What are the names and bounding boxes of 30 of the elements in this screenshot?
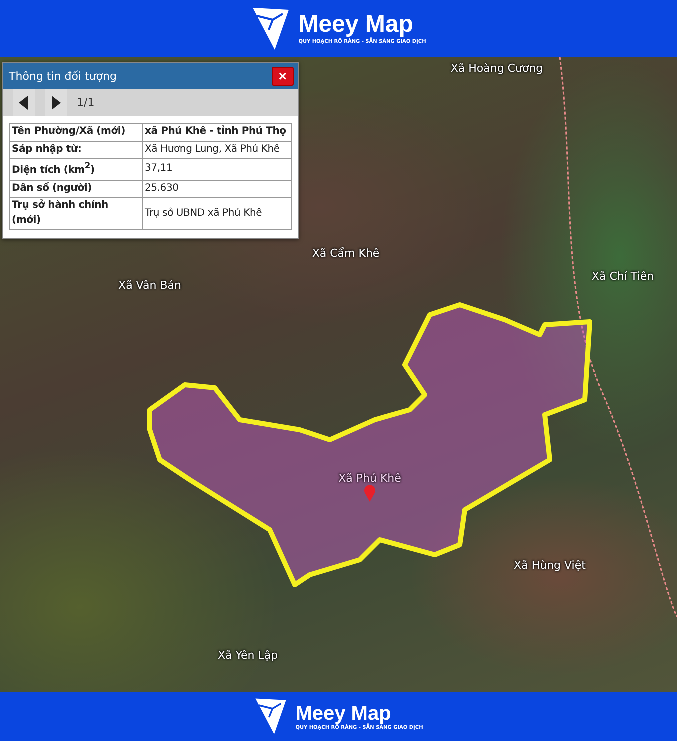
- table-cell: xã Phú Khê - tỉnh Phú Thọ: [142, 124, 292, 141]
- table-cell: Xã Hương Lung, Xã Phú Khê: [142, 141, 292, 158]
- page-counter: 1/1: [77, 96, 95, 109]
- map-label: Xã Hoàng Cương: [450, 62, 544, 75]
- previous-button[interactable]: [13, 89, 35, 116]
- popup-title: Thông tin đối tượng: [9, 70, 117, 82]
- map-label: Xã Yên Lập: [218, 649, 278, 662]
- left-triangle-icon: [19, 96, 29, 110]
- table-cell: Trụ sở UBND xã Phú Khê: [142, 198, 292, 230]
- table-cell: Trụ sở hành chính (mới): [10, 198, 142, 230]
- map-label: Xã Phú Khê: [338, 472, 402, 485]
- logo-icon: [254, 696, 288, 736]
- map-pin-icon: [364, 484, 376, 502]
- next-button[interactable]: [45, 89, 67, 116]
- logo-icon: [250, 6, 291, 52]
- table-cell: Dân số (người): [10, 180, 142, 198]
- table-cell: Sáp nhập từ:: [10, 141, 142, 158]
- brand-name: Meey Map: [296, 702, 392, 724]
- map-label: Xã Vân Bán: [118, 279, 182, 292]
- table-cell: Diện tích (km$^{2}$): [10, 158, 142, 180]
- satellite-map[interactable]: [0, 57, 677, 692]
- map-label: Xã Hùng Việt: [514, 559, 586, 572]
- table-cell: 25.630: [142, 180, 292, 198]
- brand-name: Meey Map: [298, 12, 414, 38]
- map-label: Xã Chí Tiên: [592, 270, 654, 283]
- table-cell: Tên Phường/Xã (mới): [10, 124, 142, 141]
- map-label: Xã Cẩm Khê: [312, 247, 380, 260]
- right-triangle-icon: [51, 96, 61, 110]
- table-cell: 37,11: [142, 158, 292, 180]
- close-button[interactable]: ×: [272, 66, 294, 86]
